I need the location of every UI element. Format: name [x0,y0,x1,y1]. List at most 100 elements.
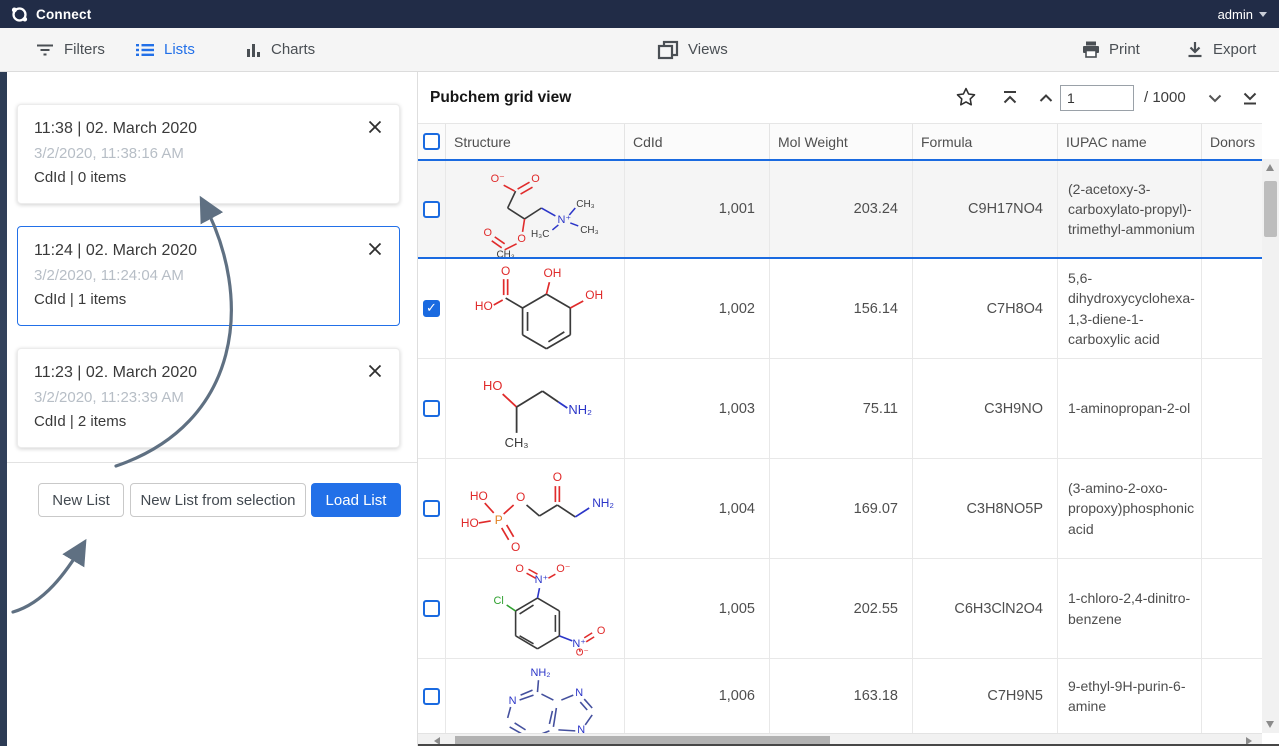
formula-cell: C7H8O4 [913,259,1058,358]
list-card-title: 11:23 | 02. March 2020 [34,364,383,382]
svg-text:N⁺: N⁺ [535,574,549,586]
new-list-from-selection-button[interactable]: New List from selection [130,483,306,517]
donors-cell [1202,459,1262,558]
user-menu[interactable]: admin [1218,7,1267,22]
column-header-iupac[interactable]: IUPAC name [1058,124,1202,159]
row-checkbox[interactable] [423,300,440,317]
grid-title: Pubchem grid view [430,72,571,123]
molweight-cell: 156.14 [770,259,913,358]
next-page-icon[interactable] [1203,86,1227,110]
column-header-molweight[interactable]: Mol Weight [770,124,913,159]
svg-text:Cl: Cl [494,595,504,607]
lists-panel: 11:38 | 02. March 2020 3/2/2020, 11:38:1… [7,72,418,746]
lists-button[interactable]: Lists [135,28,195,71]
column-header-cdid[interactable]: CdId [625,124,770,159]
left-edge-strip [0,72,7,746]
cdid-cell: 1,006 [625,659,770,733]
list-card[interactable]: 11:24 | 02. March 2020 3/2/2020, 11:24:0… [17,226,400,326]
formula-cell: C3H9NO [913,359,1058,458]
scroll-to-top-icon[interactable] [998,86,1022,110]
close-icon[interactable] [365,361,385,381]
column-header-donors[interactable]: Donors [1202,124,1262,159]
scroll-to-bottom-icon[interactable] [1238,86,1262,110]
svg-text:CH₃: CH₃ [576,199,594,210]
scrollbar-thumb[interactable] [1264,181,1277,237]
print-button[interactable]: Print [1082,28,1140,71]
vertical-scrollbar[interactable] [1262,159,1279,733]
structure-depiction: O⁻ O N⁺ CH₃ CH₃ H₃C [446,163,624,257]
iupac-cell: 9-ethyl-9H-purin-6-amine [1058,659,1202,733]
svg-text:CH₃: CH₃ [505,435,529,450]
molweight-cell: 163.18 [770,659,913,733]
structure-cell: HO NH₂ CH₃ [446,359,625,458]
row-checkbox[interactable] [423,201,440,218]
svg-text:N: N [575,687,583,699]
svg-text:O: O [553,470,562,484]
export-button[interactable]: Export [1186,28,1256,71]
svg-text:N: N [577,724,585,733]
svg-text:HO: HO [470,489,488,503]
scrollbar-up-arrow[interactable] [1266,164,1274,171]
donors-cell [1202,359,1262,458]
table-row[interactable]: HO NH₂ CH₃ 1,003 75.11 C3H9NO 1-aminopro… [418,359,1262,459]
charts-button[interactable]: Charts [246,28,315,71]
structure-depiction: HO HO P O O O NH₂ [446,461,624,557]
table-row[interactable]: NH₂ N N N [418,659,1262,733]
list-card[interactable]: 11:38 | 02. March 2020 3/2/2020, 11:38:1… [17,104,400,204]
page-number-input[interactable] [1060,85,1134,111]
structure-depiction: Cl N⁺ O O⁻ N⁺ O O⁻ [446,561,624,657]
svg-text:O⁻: O⁻ [491,173,505,185]
svg-text:N: N [509,695,517,707]
list-card-meta: CdId | 1 items [34,291,383,308]
structure-depiction: NH₂ N N N [446,661,624,733]
page-total-label: / 1000 [1144,72,1186,123]
filters-label: Filters [64,41,105,58]
svg-text:H₃C: H₃C [531,229,549,240]
table-row[interactable]: HO HO P O O O NH₂ [418,459,1262,559]
column-header-structure[interactable]: Structure [446,124,625,159]
favorite-star-icon[interactable] [954,85,978,109]
list-card-timestamp: 3/2/2020, 11:24:04 AM [34,267,383,284]
table-header: Structure CdId Mol Weight Formula IUPAC … [418,123,1262,159]
cdid-cell: 1,002 [625,259,770,358]
scrollbar-down-arrow[interactable] [1266,721,1274,728]
list-actions: New List New List from selection Load Li… [7,483,417,517]
connect-logo-icon [10,5,29,24]
row-checkbox[interactable] [423,600,440,617]
list-icon [135,42,155,58]
bar-chart-icon [246,42,262,58]
row-checkbox[interactable] [423,688,440,705]
close-icon[interactable] [365,239,385,259]
svg-text:O: O [511,540,520,554]
iupac-cell: (3-amino-2-oxo-propoxy)phosphonic acid [1058,459,1202,558]
close-icon[interactable] [365,117,385,137]
views-button[interactable]: Views [657,28,728,71]
list-card-meta: CdId | 0 items [34,169,383,186]
svg-text:O: O [515,563,524,575]
donors-cell [1202,259,1262,358]
row-checkbox[interactable] [423,400,440,417]
svg-text:OH: OH [585,288,603,302]
row-checkbox[interactable] [423,500,440,517]
svg-text:HO: HO [475,299,493,313]
table-row[interactable]: O HO OH OH 1,002 156.14 C7H8O4 5,6-dihyd… [418,259,1262,359]
table-row[interactable]: O⁻ O N⁺ CH₃ CH₃ H₃C [418,159,1262,259]
download-icon [1186,41,1204,58]
molweight-cell: 203.24 [770,161,913,257]
svg-text:CH₃: CH₃ [580,225,598,236]
table-row[interactable]: Cl N⁺ O O⁻ N⁺ O O⁻ 1,005 [418,559,1262,659]
structure-depiction: HO NH₂ CH₃ [446,361,624,457]
new-list-button[interactable]: New List [38,483,124,517]
app-brand[interactable]: Connect [10,5,91,24]
load-list-button[interactable]: Load List [311,483,401,517]
formula-cell: C9H17NO4 [913,161,1058,257]
panel-divider [7,462,417,463]
select-all-checkbox[interactable] [423,133,440,150]
previous-page-icon[interactable] [1034,86,1058,110]
list-card-timestamp: 3/2/2020, 11:38:16 AM [34,145,383,162]
list-card[interactable]: 11:23 | 02. March 2020 3/2/2020, 11:23:3… [17,348,400,448]
grid-titlebar: Pubchem grid view / 1000 [418,72,1279,123]
filters-button[interactable]: Filters [35,28,105,71]
column-header-formula[interactable]: Formula [913,124,1058,159]
print-label: Print [1109,41,1140,58]
